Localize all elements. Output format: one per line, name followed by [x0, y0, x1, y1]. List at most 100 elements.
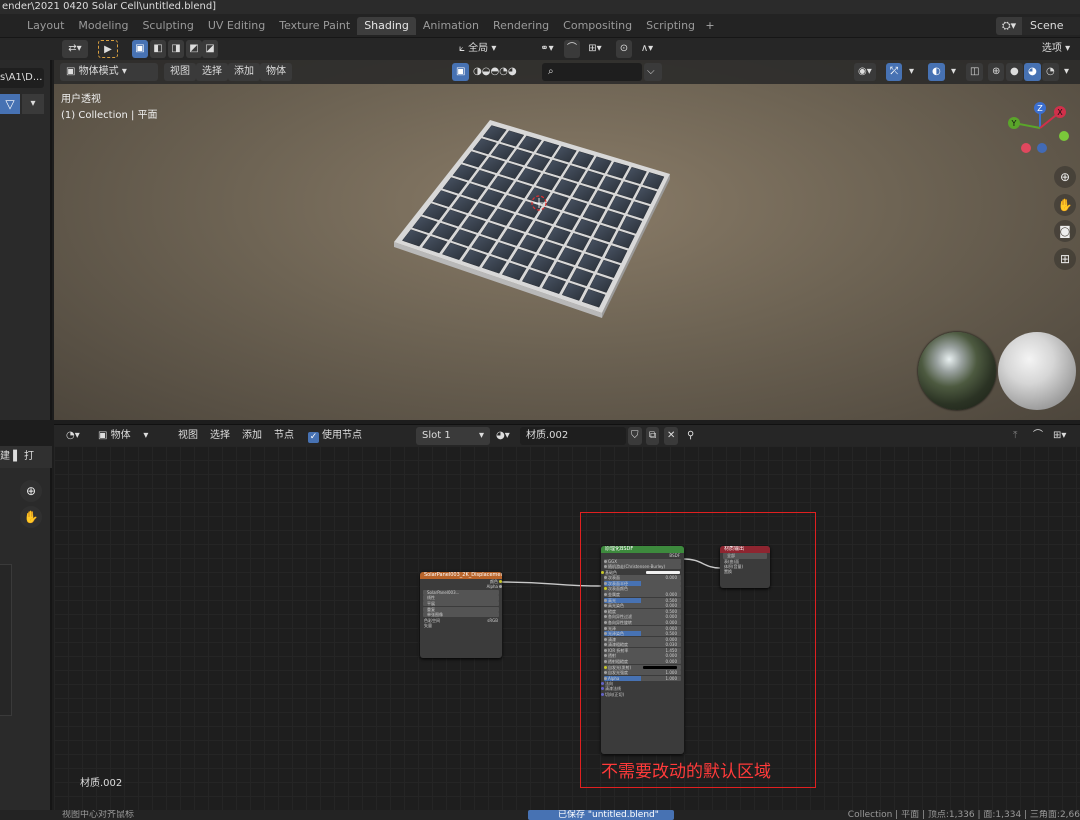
zoom-icon[interactable]: ⊕: [1054, 166, 1076, 188]
use-nodes-checkbox[interactable]: ✓ 使用节点: [302, 427, 368, 445]
filter-mesh-icon[interactable]: ▣: [452, 63, 470, 81]
fake-user-shield-icon[interactable]: ⛉: [628, 427, 642, 445]
pan-hand-icon-2[interactable]: ✋: [20, 506, 42, 528]
select-mode-invert-icon[interactable]: ◩: [186, 40, 202, 58]
pivot-point-icon[interactable]: ⚭▾: [534, 40, 560, 58]
shading-dropdown-icon[interactable]: ▾: [1060, 63, 1073, 81]
tab-scripting[interactable]: Scripting: [639, 17, 702, 35]
node-menu-node[interactable]: 节点: [268, 427, 300, 445]
search-dropdown-icon[interactable]: ⌵: [644, 63, 662, 81]
material-browse-icon[interactable]: ◕▾: [494, 427, 512, 445]
snap-element-dropdown-icon[interactable]: ⊞▾: [1050, 427, 1069, 445]
gizmo-neg-x[interactable]: [1021, 143, 1031, 153]
visibility-eye-icon[interactable]: ◉▾: [854, 63, 876, 81]
viewport-menu-view[interactable]: 视图: [164, 63, 196, 81]
overlays-icon[interactable]: ◐: [928, 63, 945, 81]
shader-object-dropdown[interactable]: ▣ 物体 ▾: [92, 427, 166, 445]
3d-viewport[interactable]: 用户透视 (1) Collection | 平面 Z Y X ⊕ ✋ ◙ ⊞: [54, 60, 1080, 420]
socket-alpha-out[interactable]: [499, 585, 502, 588]
pan-hand-icon[interactable]: ✋: [1054, 194, 1076, 216]
editor-type-icon[interactable]: ◔▾: [60, 427, 86, 445]
tab-rendering[interactable]: Rendering: [486, 17, 556, 35]
checkmark-icon: ✓: [308, 432, 319, 443]
shading-wireframe-icon[interactable]: ⊕: [988, 63, 1005, 81]
tab-sculpting[interactable]: Sculpting: [135, 17, 200, 35]
image-projection[interactable]: 平展: [423, 600, 499, 607]
outliner-panel-top: s\A1\D... ▽ ▾: [0, 60, 52, 420]
image-interpolation[interactable]: 线性: [423, 595, 499, 601]
window-title: ender\2021 0420 Solar Cell\untitled.blen…: [0, 0, 1080, 14]
node-menu-view[interactable]: 视图: [172, 427, 204, 445]
object-mode-dropdown[interactable]: ▣ 物体模式 ▾: [60, 63, 158, 81]
pin-icon[interactable]: ⚲: [684, 427, 697, 445]
image-source[interactable]: 单张图像: [423, 612, 499, 618]
tab-texture-paint[interactable]: Texture Paint: [272, 17, 357, 35]
scene-selector[interactable]: ⛭▾ Scene: [996, 17, 1080, 35]
gizmo-toggle-icon[interactable]: ⤱: [886, 63, 902, 81]
scene-icon[interactable]: ⛭▾: [996, 17, 1022, 35]
navigation-gizmo[interactable]: Z Y X: [1004, 100, 1070, 166]
slot-dropdown[interactable]: Slot 1 ▾: [416, 427, 490, 445]
collection-info: (1) Collection | 平面: [61, 110, 158, 121]
shading-material-icon[interactable]: ◕: [1024, 63, 1041, 81]
file-list[interactable]: [0, 564, 12, 716]
status-saved-message: 已保存 "untitled.blend": [528, 810, 674, 820]
shading-rendered-icon[interactable]: ◔: [1042, 63, 1059, 81]
gizmo-neg-y[interactable]: [1059, 131, 1069, 141]
snap-target-icon[interactable]: ⊞▾: [582, 40, 608, 58]
proportional-edit-icon[interactable]: ⊙: [616, 40, 632, 58]
select-mode-subtract-icon[interactable]: ◨: [168, 40, 184, 58]
node-menu-add[interactable]: 添加: [236, 427, 268, 445]
tab-layout[interactable]: Layout: [20, 17, 71, 35]
select-mode-intersect-icon[interactable]: ◪: [202, 40, 218, 58]
material-name-field[interactable]: 材质.002: [520, 427, 626, 445]
status-scene-stats: Collection | 平面 | 顶点:1,336 | 面:1,334 | 三…: [847, 810, 1080, 820]
tab-shading[interactable]: Shading: [357, 17, 416, 35]
transform-orientation-dropdown[interactable]: ⟀ 全局 ▾: [455, 40, 529, 58]
image-extension[interactable]: 重复: [423, 606, 499, 612]
filter-dropdown-icon[interactable]: ▾: [22, 94, 44, 114]
tab-compositing[interactable]: Compositing: [556, 17, 639, 35]
options-dropdown[interactable]: 选项 ▾: [1036, 40, 1076, 58]
tab-animation[interactable]: Animation: [416, 17, 486, 35]
tab-uv-editing[interactable]: UV Editing: [201, 17, 272, 35]
select-mode-extend-icon[interactable]: ◧: [150, 40, 166, 58]
annotation-box: 不需要改动的默认区域: [580, 512, 816, 788]
zoom-icon-2[interactable]: ⊕: [20, 480, 42, 502]
shading-solid-icon[interactable]: ●: [1006, 63, 1023, 81]
file-path-field[interactable]: s\A1\D...: [0, 68, 44, 88]
viewport-menu-object[interactable]: 物体: [260, 63, 292, 81]
gizmo-dropdown-icon[interactable]: ▾: [906, 63, 917, 81]
viewport-search-input[interactable]: ⌕: [542, 63, 642, 81]
gizmo-z-label: Z: [1037, 104, 1043, 113]
node-editor-canvas[interactable]: SolarPanel003_2K_Displacement.png 颜色 Alp…: [54, 446, 1080, 810]
scene-name[interactable]: Scene: [1022, 17, 1080, 35]
node-menu-select[interactable]: 选择: [204, 427, 236, 445]
file-browser-panel: 建 ▌ 打 ⊕ ✋: [0, 446, 52, 810]
gizmo-x-label: X: [1057, 108, 1063, 117]
snap-toggle-icon[interactable]: ⌒: [564, 40, 580, 58]
snap-node-icon[interactable]: ⌒: [1030, 427, 1046, 445]
socket-color-out[interactable]: [499, 580, 502, 583]
tab-modeling[interactable]: Modeling: [71, 17, 135, 35]
falloff-icon[interactable]: ∧▾: [634, 40, 660, 58]
overlays-dropdown-icon[interactable]: ▾: [948, 63, 959, 81]
transform-orientation-label: 全局: [468, 43, 489, 54]
camera-view-icon[interactable]: ◙: [1054, 220, 1076, 242]
parent-node-tree-icon[interactable]: ⤒: [1010, 427, 1020, 445]
image-node-title[interactable]: SolarPanel003_2K_Displacement.png: [420, 572, 502, 579]
filter-types-icon[interactable]: ◑◒◓◔◕: [470, 63, 520, 81]
select-cursor-icon[interactable]: ▶: [98, 40, 118, 58]
new-material-icon[interactable]: ⧉: [646, 427, 660, 445]
xray-icon[interactable]: ◫: [966, 63, 984, 81]
ortho-grid-icon[interactable]: ⊞: [1054, 248, 1076, 270]
select-mode-new-icon[interactable]: ▣: [132, 40, 148, 58]
image-texture-node[interactable]: SolarPanel003_2K_Displacement.png 颜色 Alp…: [420, 572, 502, 658]
viewport-menu-add[interactable]: 添加: [228, 63, 260, 81]
transform-pivot-icon[interactable]: ⇄▾: [62, 40, 88, 58]
unlink-material-icon[interactable]: ✕: [664, 427, 679, 445]
viewport-menu-select[interactable]: 选择: [196, 63, 228, 81]
gizmo-neg-z[interactable]: [1037, 143, 1047, 153]
add-workspace-icon[interactable]: +: [702, 17, 718, 35]
filter-icon[interactable]: ▽: [0, 94, 20, 114]
